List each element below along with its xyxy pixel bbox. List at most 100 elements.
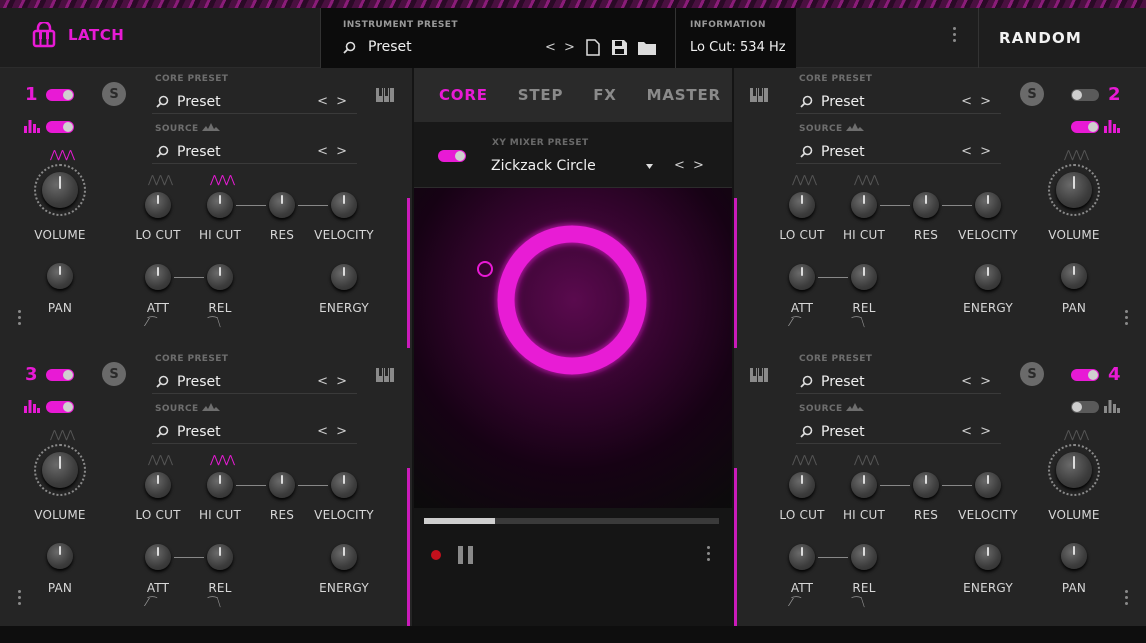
piano-keys-icon[interactable] [376, 88, 394, 102]
rel-knob[interactable] [851, 544, 877, 570]
xy-mixer-toggle[interactable] [438, 150, 466, 162]
res-knob[interactable] [269, 472, 295, 498]
velocity-knob[interactable] [331, 192, 357, 218]
att-knob[interactable] [789, 544, 815, 570]
xy-position-cursor[interactable] [477, 261, 493, 277]
piano-keys-icon[interactable] [750, 88, 768, 102]
core-preset-row[interactable]: Preset < > [152, 370, 357, 394]
energy-knob[interactable] [975, 264, 1001, 290]
record-icon[interactable] [431, 550, 441, 560]
source-preset-row[interactable]: Preset < > [152, 140, 357, 164]
layer-enable-toggle[interactable] [1071, 369, 1099, 381]
pan-knob[interactable] [1061, 263, 1087, 289]
folder-icon[interactable] [637, 39, 657, 56]
rel-knob[interactable] [207, 264, 233, 290]
header-more-menu-icon[interactable] [951, 27, 957, 42]
playback-progress-track[interactable] [424, 518, 719, 524]
res-knob[interactable] [913, 472, 939, 498]
lo-cut-knob[interactable] [789, 192, 815, 218]
solo-button[interactable]: S [102, 82, 126, 106]
xy-pad[interactable] [414, 188, 732, 508]
layer-enable-toggle[interactable] [46, 89, 74, 101]
att-knob[interactable] [145, 264, 171, 290]
layer-more-menu-icon[interactable] [1123, 310, 1129, 325]
hi-cut-knob[interactable] [851, 192, 877, 218]
latch-button[interactable]: LATCH [32, 22, 124, 48]
lo-cut-mod-indicator: ⋀⋀⋀ [792, 173, 817, 186]
solo-button[interactable]: S [1020, 362, 1044, 386]
synth-plugin-window: LATCH INSTRUMENT PRESET Preset < > INFOR… [0, 0, 1146, 643]
layer-enable-toggle[interactable] [46, 369, 74, 381]
solo-button[interactable]: S [102, 362, 126, 386]
pan-knob[interactable] [1061, 543, 1087, 569]
core-preset-nav-arrows[interactable]: < > [961, 94, 993, 109]
search-icon [343, 41, 356, 54]
core-preset-row[interactable]: Preset < > [796, 370, 1001, 394]
hi-cut-knob[interactable] [851, 472, 877, 498]
source-preset-nav-arrows[interactable]: < > [961, 144, 993, 159]
source-preset-nav-arrows[interactable]: < > [961, 424, 993, 439]
pause-icon[interactable] [458, 546, 474, 564]
tab-master[interactable]: MASTER [647, 86, 721, 104]
instrument-preset-box[interactable]: INSTRUMENT PRESET Preset < > [320, 8, 676, 68]
tab-fx[interactable]: FX [593, 86, 616, 104]
random-button[interactable]: RANDOM [978, 8, 1146, 68]
core-preset-nav-arrows[interactable]: < > [961, 374, 993, 389]
new-file-icon[interactable] [586, 39, 600, 56]
source-preset-row[interactable]: Preset < > [796, 420, 1001, 444]
source-preset-value: Preset [177, 423, 221, 440]
source-caption: SOURCE [155, 403, 221, 414]
source-preset-row[interactable]: Preset < > [152, 420, 357, 444]
pan-knob[interactable] [47, 543, 73, 569]
core-preset-row[interactable]: Preset < > [152, 90, 357, 114]
solo-button[interactable]: S [1020, 82, 1044, 106]
layer-more-menu-icon[interactable] [1123, 590, 1129, 605]
source-preset-nav-arrows[interactable]: < > [317, 144, 349, 159]
bars-toggle[interactable] [46, 401, 74, 413]
core-preset-nav-arrows[interactable]: < > [317, 374, 349, 389]
volume-knob[interactable] [42, 452, 78, 488]
piano-keys-icon[interactable] [376, 368, 394, 382]
instrument-preset-nav-arrows[interactable]: < > [545, 40, 577, 55]
tab-core[interactable]: CORE [439, 86, 488, 104]
energy-knob[interactable] [331, 264, 357, 290]
tab-step[interactable]: STEP [518, 86, 563, 104]
velocity-knob[interactable] [975, 472, 1001, 498]
layer-more-menu-icon[interactable] [16, 310, 22, 325]
hi-cut-knob[interactable] [207, 472, 233, 498]
energy-knob[interactable] [975, 544, 1001, 570]
layer-enable-toggle[interactable] [1071, 89, 1099, 101]
rel-knob[interactable] [207, 544, 233, 570]
rel-knob[interactable] [851, 264, 877, 290]
xy-mixer-preset-value[interactable]: Zickzack Circle [491, 158, 596, 174]
bars-toggle[interactable] [46, 121, 74, 133]
source-preset-nav-arrows[interactable]: < > [317, 424, 349, 439]
volume-knob[interactable] [42, 172, 78, 208]
information-value: Lo Cut: 534 Hz [690, 40, 786, 55]
velocity-knob[interactable] [975, 192, 1001, 218]
lo-cut-knob[interactable] [145, 192, 171, 218]
transport-more-menu-icon[interactable] [705, 546, 711, 561]
att-knob[interactable] [789, 264, 815, 290]
res-knob[interactable] [269, 192, 295, 218]
lo-cut-knob[interactable] [789, 472, 815, 498]
hi-cut-knob[interactable] [207, 192, 233, 218]
core-preset-row[interactable]: Preset < > [796, 90, 1001, 114]
layer-more-menu-icon[interactable] [16, 590, 22, 605]
piano-keys-icon[interactable] [750, 368, 768, 382]
lo-cut-knob[interactable] [145, 472, 171, 498]
chevron-down-icon[interactable] [646, 164, 653, 169]
energy-knob[interactable] [331, 544, 357, 570]
core-preset-nav-arrows[interactable]: < > [317, 94, 349, 109]
bars-toggle[interactable] [1071, 121, 1099, 133]
source-preset-row[interactable]: Preset < > [796, 140, 1001, 164]
save-icon[interactable] [611, 39, 628, 56]
pan-knob[interactable] [47, 263, 73, 289]
res-knob[interactable] [913, 192, 939, 218]
bars-toggle[interactable] [1071, 401, 1099, 413]
att-knob[interactable] [145, 544, 171, 570]
volume-knob[interactable] [1056, 452, 1092, 488]
velocity-knob[interactable] [331, 472, 357, 498]
xy-mixer-nav-arrows[interactable]: < > [674, 158, 706, 173]
volume-knob[interactable] [1056, 172, 1092, 208]
